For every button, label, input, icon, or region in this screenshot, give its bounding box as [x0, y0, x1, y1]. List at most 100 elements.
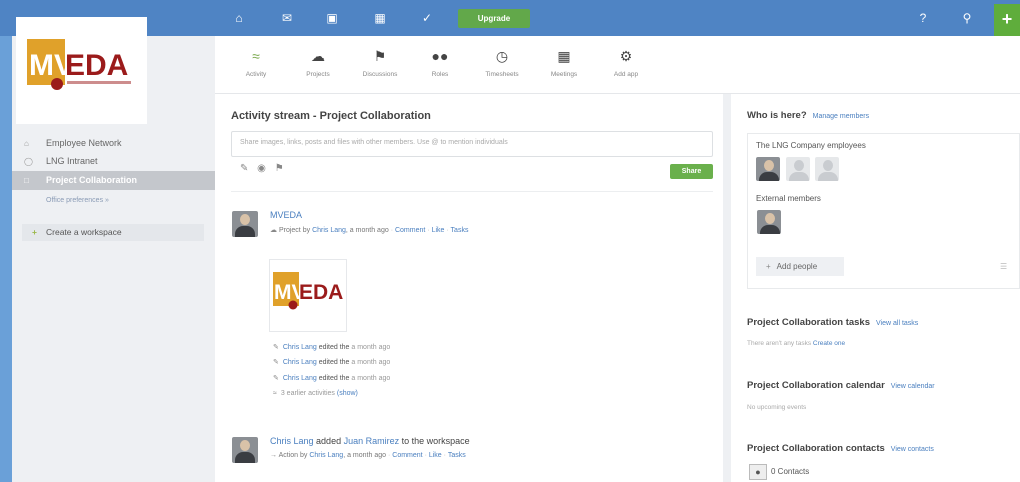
view-all-tasks-link[interactable]: View all tasks: [876, 320, 918, 327]
comment-link[interactable]: Comment: [395, 227, 425, 234]
post-author[interactable]: Chris Lang: [312, 227, 346, 234]
view-calendar-link[interactable]: View calendar: [891, 383, 935, 390]
mveda-logo-icon: MV EDA: [273, 272, 343, 310]
top-navigation-bar: ⌂ ✉ ▣ ▦ ✓ Upgrade ? ⚲ +: [0, 0, 1020, 36]
contact-card-icon: ●: [749, 464, 767, 480]
create-workspace-button[interactable]: + Create a workspace: [22, 224, 204, 241]
search-icon[interactable]: ⚲: [960, 11, 974, 25]
activity-icon: ≈: [273, 390, 277, 397]
app-label: Discussions: [362, 71, 398, 78]
earlier-activities-label: 3 earlier activities: [280, 390, 335, 397]
avatar[interactable]: [232, 211, 258, 237]
sidebar-item-label: Project Collaboration: [46, 175, 138, 185]
sidebar-item-label: LNG Intranet: [46, 156, 98, 166]
app-meetings[interactable]: ▦ Meetings: [535, 47, 593, 78]
flag-icon[interactable]: ⚑: [275, 163, 284, 174]
project-icon: ☁: [270, 227, 277, 234]
avatar[interactable]: [815, 157, 839, 181]
contacts-title: Project Collaboration contacts: [747, 443, 885, 454]
like-link[interactable]: Like: [432, 227, 445, 234]
help-icon[interactable]: ?: [916, 11, 930, 25]
post-image[interactable]: MV EDA: [269, 259, 347, 332]
mveda-logo-icon: MV EDA: [27, 39, 131, 90]
upgrade-button[interactable]: Upgrade: [458, 9, 530, 28]
comment-link[interactable]: Comment: [392, 452, 422, 459]
post-author-link[interactable]: MVEDA: [270, 210, 302, 220]
activity-time: a month ago: [351, 344, 391, 351]
home-icon: ⌂: [24, 139, 29, 148]
app-label: Projects: [306, 71, 330, 78]
app-label: Activity: [245, 71, 267, 78]
post-type: Action: [278, 452, 299, 459]
add-people-button[interactable]: + Add people: [756, 257, 844, 276]
like-link[interactable]: Like: [429, 452, 442, 459]
tasks-link[interactable]: Tasks: [448, 452, 466, 459]
post-author-link[interactable]: Chris Lang: [270, 436, 314, 446]
activity-author[interactable]: Chris Lang: [283, 344, 317, 351]
post-type: Project: [278, 227, 301, 234]
share-input[interactable]: Share images, links, posts and files wit…: [231, 131, 713, 157]
contacts-icon[interactable]: ▣: [325, 11, 339, 25]
app-projects[interactable]: ☁ Projects: [289, 47, 347, 78]
calendar-empty-text: No upcoming events: [747, 404, 807, 411]
app-activity[interactable]: ≈ Activity: [227, 47, 285, 78]
activity-line: ✎ Chris Lang edited the a month ago: [273, 343, 390, 351]
app-add-app[interactable]: ⚙ Add app: [597, 47, 655, 78]
sidebar-item-project-collaboration[interactable]: □ Project Collaboration: [12, 171, 215, 190]
sidebar-item-lng-intranet[interactable]: ◯ LNG Intranet: [12, 152, 215, 171]
app-roles[interactable]: ●● Roles: [411, 47, 469, 78]
post-suffix: to the workspace: [401, 436, 470, 446]
view-contacts-link[interactable]: View contacts: [891, 446, 934, 453]
post-author[interactable]: Chris Lang: [309, 452, 343, 459]
post-meta: ☁ Project by Chris Lang, a month ago · C…: [270, 227, 469, 234]
activity-time: a month ago: [351, 359, 391, 366]
action-icon: →: [270, 452, 277, 459]
share-button[interactable]: Share: [670, 164, 713, 179]
app-label: Timesheets: [485, 71, 519, 78]
activity-line: ✎ Chris Lang edited the a month ago: [273, 358, 390, 366]
post-meta: → Action by Chris Lang, a month ago · Co…: [270, 452, 466, 459]
add-button[interactable]: +: [994, 4, 1020, 36]
earlier-activities: ≈3 earlier activities (show): [273, 390, 358, 397]
logo-eda-text: EDA: [299, 281, 343, 304]
calendar-title: Project Collaboration calendar: [747, 380, 885, 391]
activity-author[interactable]: Chris Lang: [283, 375, 317, 382]
projects-icon: ☁: [311, 48, 325, 64]
calendar-icon[interactable]: ▦: [373, 11, 387, 25]
post-target-link[interactable]: Juan Ramirez: [344, 436, 400, 446]
tasks-title: Project Collaboration tasks: [747, 317, 871, 328]
grid-icon[interactable]: ☰: [1000, 262, 1007, 271]
avatar[interactable]: [757, 210, 781, 234]
contacts-count[interactable]: ● 0 Contacts: [749, 464, 809, 480]
app-discussions[interactable]: ⚑ Discussions: [351, 47, 409, 78]
office-preferences-link[interactable]: Office preferences »: [46, 197, 109, 204]
post-by: by: [302, 227, 311, 234]
attachment-icon[interactable]: ✎: [240, 163, 248, 174]
post-time: , a month ago: [345, 227, 389, 234]
create-task-link[interactable]: Create one: [813, 340, 845, 347]
who-is-here-title: Who is here?: [747, 110, 807, 121]
tasks-link[interactable]: Tasks: [451, 227, 469, 234]
page-title: Activity stream - Project Collaboration: [231, 110, 431, 122]
tasks-icon[interactable]: ✓: [420, 11, 434, 25]
activity-text: edited the: [318, 344, 350, 351]
app-toolbar: ≈ Activity ☁ Projects ⚑ Discussions ●● R…: [215, 36, 1020, 94]
home-icon[interactable]: ⌂: [232, 11, 246, 25]
avatar[interactable]: [786, 157, 810, 181]
employees-label: The LNG Company employees: [756, 141, 866, 150]
link-icon[interactable]: ◉: [257, 163, 266, 174]
app-label: Roles: [431, 71, 449, 78]
plus-icon: +: [766, 262, 771, 271]
activity-time: a month ago: [351, 375, 391, 382]
avatar[interactable]: [756, 157, 780, 181]
activity-author[interactable]: Chris Lang: [283, 359, 317, 366]
app-timesheets[interactable]: ◷ Timesheets: [473, 47, 531, 78]
manage-members-link[interactable]: Manage members: [813, 113, 869, 120]
mail-icon[interactable]: ✉: [280, 11, 294, 25]
avatar[interactable]: [232, 437, 258, 463]
sidebar-item-employee-network[interactable]: ⌂ Employee Network: [12, 134, 215, 153]
show-earlier-link[interactable]: (show): [337, 390, 358, 397]
divider: [231, 191, 713, 192]
pencil-icon: ✎: [273, 359, 279, 366]
people-icon: ●●: [431, 48, 449, 64]
